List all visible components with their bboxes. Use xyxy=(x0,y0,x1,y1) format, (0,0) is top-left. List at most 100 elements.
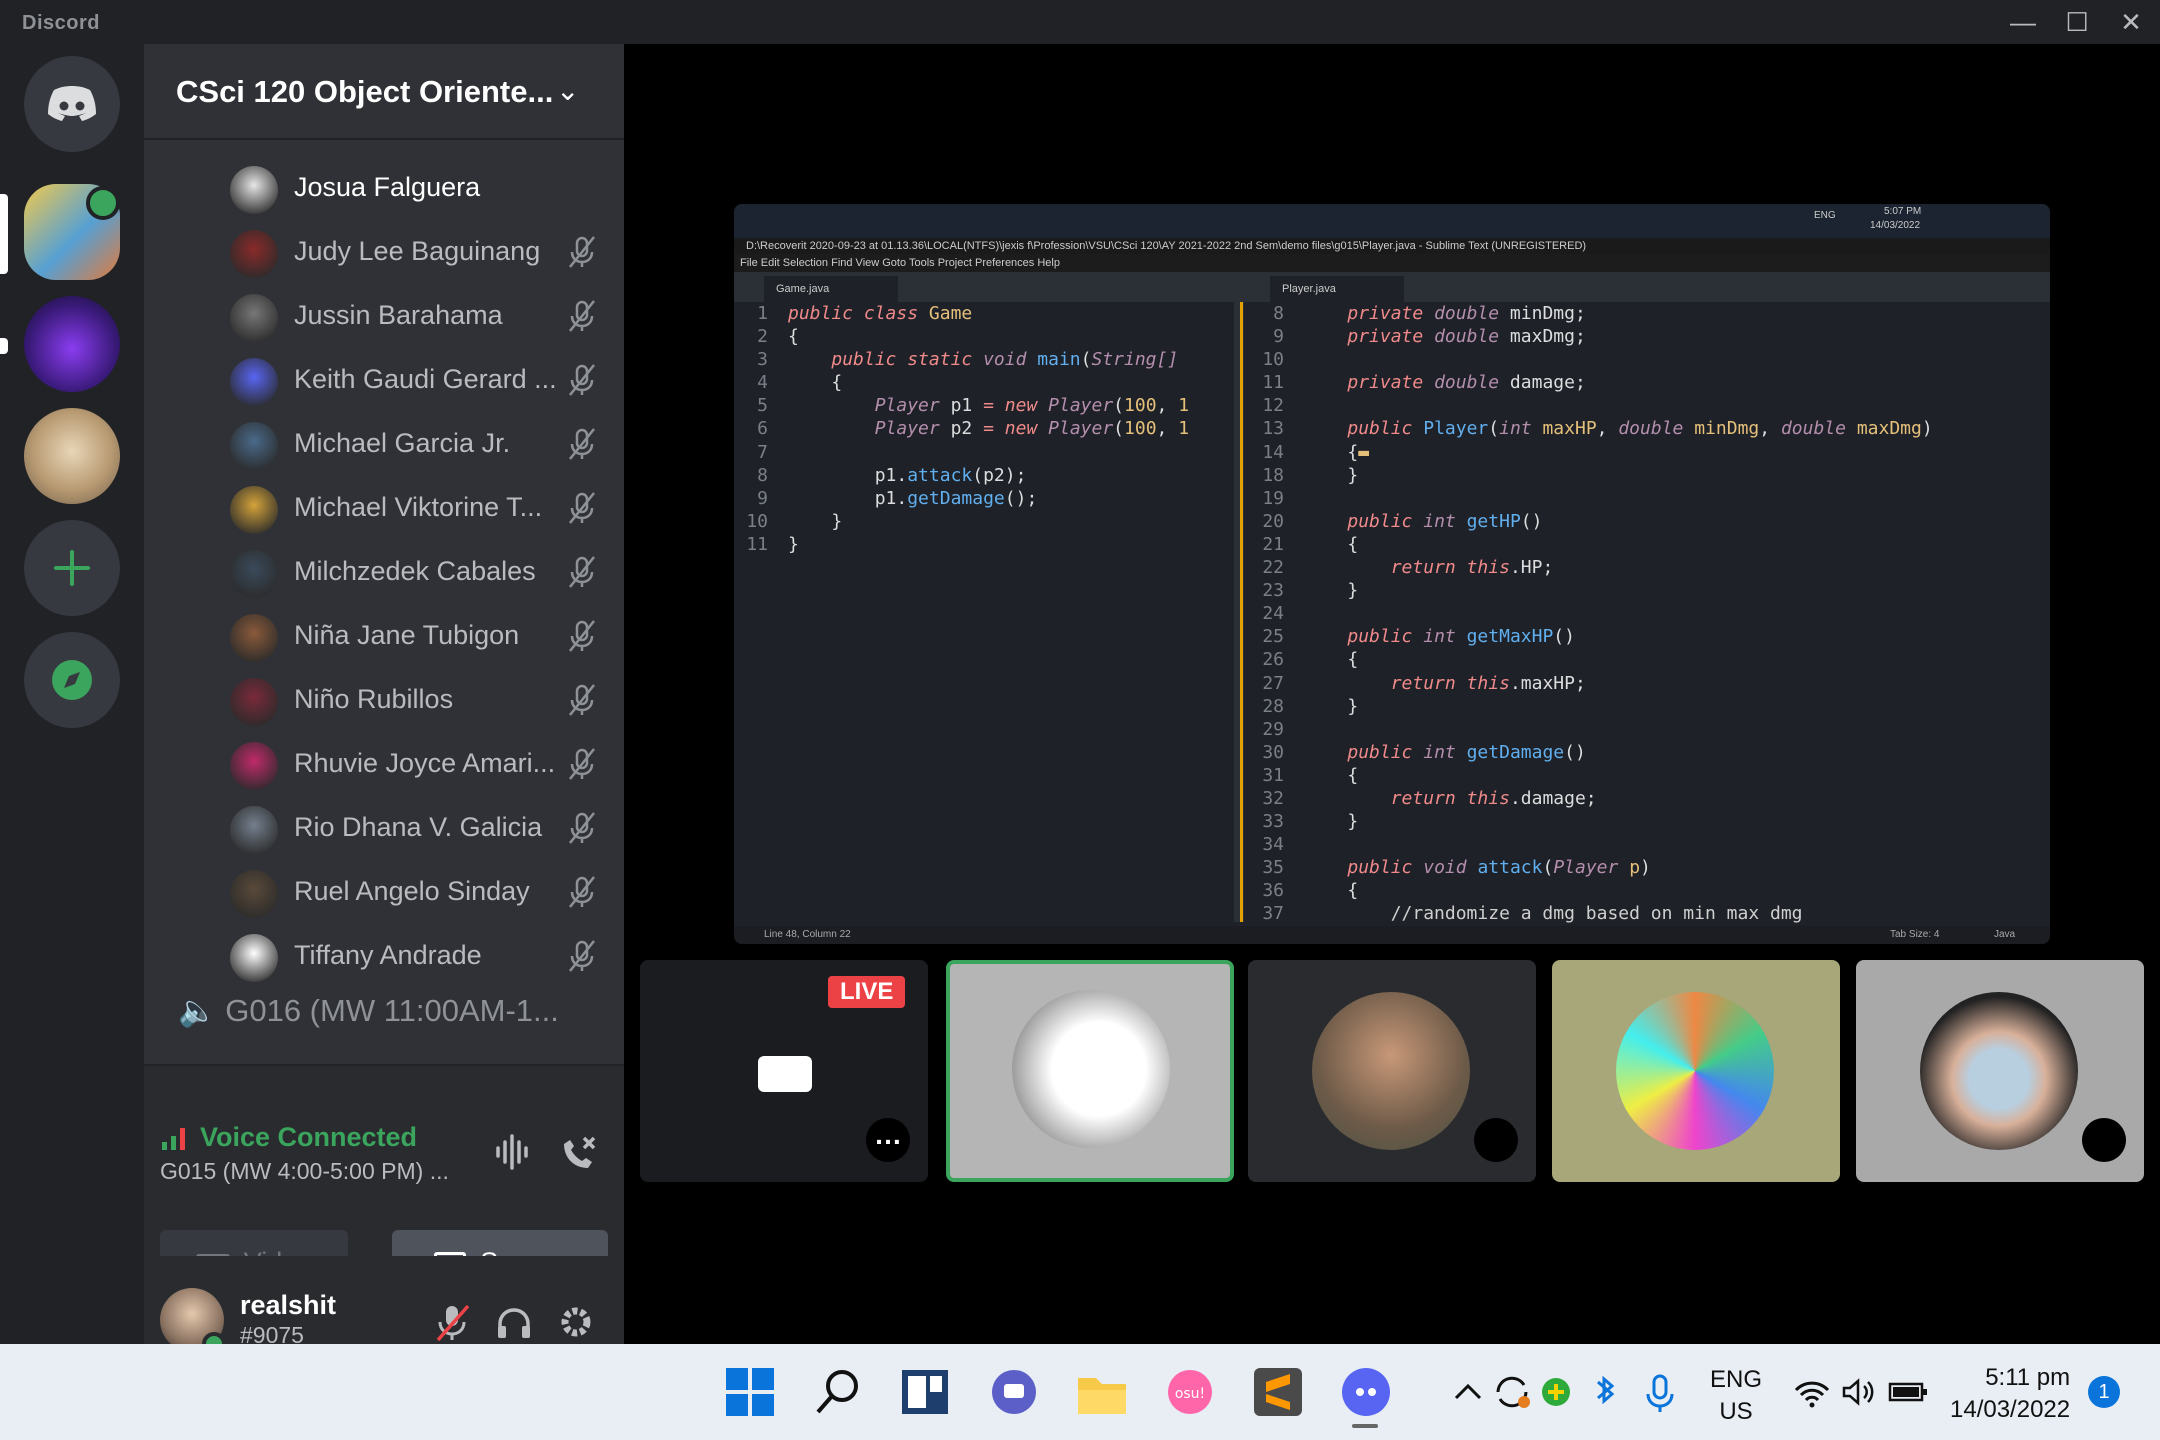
discord-taskbar-icon[interactable] xyxy=(1338,1364,1394,1420)
member-item[interactable]: Michael Garcia Jr. xyxy=(230,416,610,472)
mic-muted-icon xyxy=(2082,1118,2126,1162)
home-button[interactable] xyxy=(24,56,120,152)
server-header[interactable]: CSci 120 Object Oriente... ⌄ xyxy=(144,44,624,140)
modified-gutter xyxy=(1240,302,1243,922)
member-name: Ruel Angelo Sinday xyxy=(294,876,530,906)
tile-participant-5[interactable] xyxy=(1856,960,2144,1182)
battery-icon[interactable] xyxy=(1880,1364,1936,1420)
member-item[interactable]: Josua Falguera xyxy=(230,160,610,216)
discord-logo-icon xyxy=(48,86,96,121)
member-name: Judy Lee Baguinang xyxy=(294,236,541,266)
notification-badge[interactable]: 1 xyxy=(2088,1376,2120,1408)
server-unread-indicator xyxy=(0,338,8,354)
remote-taskbar: ENG 5:07 PM 14/03/2022 xyxy=(734,204,2050,238)
member-item[interactable]: Michael Viktorine T... xyxy=(230,480,610,536)
member-item[interactable]: Rio Dhana V. Galicia xyxy=(230,800,610,856)
compass-icon xyxy=(52,660,92,700)
headphones-icon[interactable] xyxy=(492,1300,536,1344)
noise-suppression-icon[interactable] xyxy=(492,1132,532,1172)
running-indicator xyxy=(1352,1424,1378,1428)
add-server-button[interactable] xyxy=(24,520,120,616)
osu-icon[interactable]: osu! xyxy=(1162,1364,1218,1420)
member-item[interactable]: Milchzedek Cabales xyxy=(230,544,610,600)
mic-muted-icon xyxy=(569,236,595,268)
bluetooth-icon[interactable] xyxy=(1576,1364,1632,1420)
screen-share-view[interactable]: ENG 5:07 PM 14/03/2022 D:\Recoverit 2020… xyxy=(734,204,2050,944)
channel-label: G016 (MW 11:00AM-1... xyxy=(225,993,559,1028)
clock[interactable]: 5:11 pm 14/03/2022 xyxy=(1950,1362,2070,1426)
member-item[interactable]: Rhuvie Joyce Amari... xyxy=(230,736,610,792)
sublime-text-icon[interactable] xyxy=(1250,1364,1306,1420)
member-avatar xyxy=(230,358,278,406)
participant-avatar xyxy=(1312,992,1470,1150)
chevron-down-icon: ⌄ xyxy=(556,75,580,106)
tile-josua[interactable] xyxy=(946,960,1234,1182)
member-name: Keith Gaudi Gerard ... xyxy=(294,364,557,394)
maximize-button[interactable]: ☐ xyxy=(2050,4,2104,40)
more-options-button[interactable]: … xyxy=(866,1118,910,1162)
member-avatar xyxy=(230,806,278,854)
mic-muted-icon xyxy=(569,748,595,780)
server-active-indicator xyxy=(0,194,8,274)
code-player-java: 8 private double minDmg; 9 private doubl… xyxy=(1262,303,1933,925)
member-item[interactable]: Tiffany Andrade xyxy=(230,928,610,984)
mic-muted-icon xyxy=(1474,1118,1518,1162)
cursor-position: Line 48, Column 22 xyxy=(764,929,851,940)
username[interactable]: realshit xyxy=(240,1290,336,1321)
app-brand: Discord xyxy=(22,12,100,34)
mic-muted-icon[interactable] xyxy=(430,1300,474,1344)
gear-icon[interactable] xyxy=(554,1300,598,1344)
file-explorer-icon[interactable] xyxy=(1074,1364,1130,1420)
voice-status: Voice Connected xyxy=(200,1122,418,1152)
explore-servers-button[interactable] xyxy=(24,632,120,728)
minimize-button[interactable]: — xyxy=(1996,4,2050,40)
server-laptop[interactable] xyxy=(24,296,120,392)
member-name: Niño Rubillos xyxy=(294,684,454,714)
start-icon[interactable] xyxy=(722,1364,778,1420)
member-item[interactable]: Niña Jane Tubigon xyxy=(230,608,610,664)
task-view-icon[interactable] xyxy=(898,1364,954,1420)
clock-time: 5:11 pm xyxy=(1985,1364,2071,1391)
member-name: Josua Falguera xyxy=(294,172,481,202)
member-item[interactable]: Jussin Barahama xyxy=(230,288,610,344)
tab-player-java: Player.java xyxy=(1270,276,1404,302)
microphone-icon[interactable] xyxy=(1632,1364,1688,1420)
member-avatar xyxy=(230,870,278,918)
mic-muted-icon xyxy=(569,492,595,524)
member-name: Rio Dhana V. Galicia xyxy=(294,812,543,842)
teams-chat-icon[interactable] xyxy=(986,1364,1042,1420)
member-item[interactable]: Ruel Angelo Sinday xyxy=(230,864,610,920)
tile-participant-4[interactable] xyxy=(1552,960,1840,1182)
participant-avatar xyxy=(1616,992,1774,1150)
lang-line2: US xyxy=(1719,1398,1753,1425)
svg-text:osu!: osu! xyxy=(1175,1386,1205,1402)
close-button[interactable]: ✕ xyxy=(2104,4,2158,40)
member-name: Tiffany Andrade xyxy=(294,940,482,970)
disconnect-icon[interactable] xyxy=(556,1132,600,1176)
member-avatar xyxy=(230,486,278,534)
search-icon[interactable] xyxy=(810,1364,866,1420)
language-indicator[interactable]: ENG US xyxy=(1710,1364,1762,1428)
voice-channel-name[interactable]: G015 (MW 4:00-5:00 PM) ... xyxy=(160,1158,449,1185)
member-avatar xyxy=(230,294,278,342)
participant-avatar xyxy=(1920,992,2078,1150)
mic-muted-icon xyxy=(569,556,595,588)
mic-muted-icon xyxy=(569,812,595,844)
voice-channel-g016[interactable]: 🔈 G016 (MW 11:00AM-1... xyxy=(178,992,559,1029)
editor-tabs: Game.java Player.java xyxy=(734,272,2050,302)
mic-muted-icon xyxy=(569,940,595,972)
tile-stream-preview[interactable]: LIVE … xyxy=(640,960,928,1182)
member-avatar xyxy=(230,614,278,662)
tile-participant-3[interactable] xyxy=(1248,960,1536,1182)
server-puppy[interactable] xyxy=(24,408,120,504)
member-avatar xyxy=(230,550,278,598)
remote-time: 5:07 PM xyxy=(1884,206,1922,217)
code-game-java: 1 public class Game 2{ 3 public static vo… xyxy=(746,303,1190,555)
member-avatar xyxy=(230,934,278,982)
member-item[interactable]: Judy Lee Baguinang xyxy=(230,224,610,280)
server-list xyxy=(0,44,144,1344)
member-name: Niña Jane Tubigon xyxy=(294,620,520,650)
member-item[interactable]: Niño Rubillos xyxy=(230,672,610,728)
editor-title: D:\Recoverit 2020-09-23 at 01.13.36\LOCA… xyxy=(734,238,2050,254)
member-item[interactable]: Keith Gaudi Gerard ... xyxy=(230,352,610,408)
